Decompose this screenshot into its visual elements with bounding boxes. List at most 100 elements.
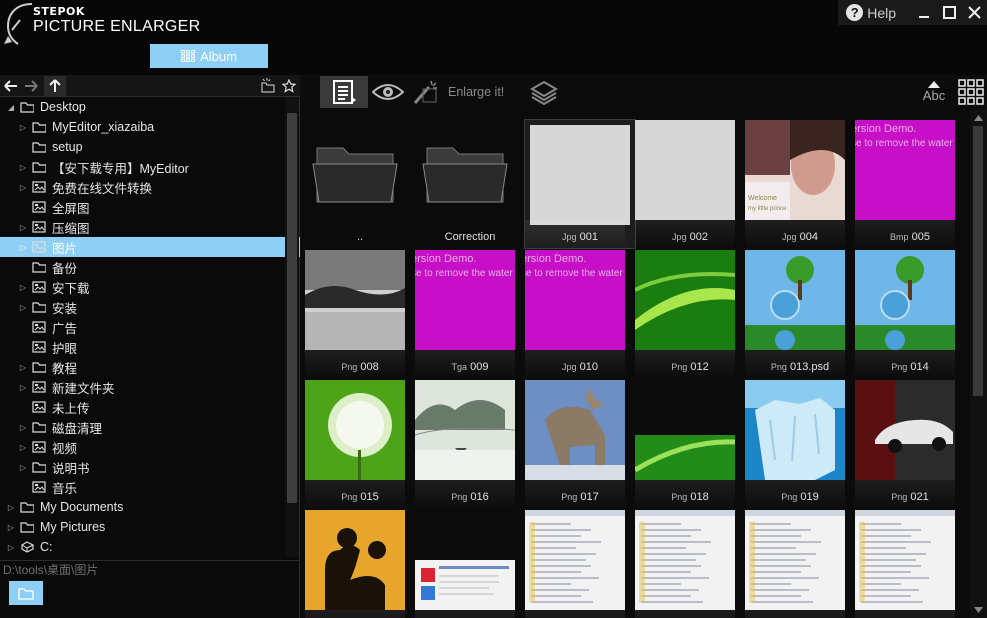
up-folder-button[interactable]	[44, 76, 66, 96]
collapsed-arrow-icon[interactable]: ▷	[6, 502, 16, 512]
thumbnail-image	[855, 380, 955, 480]
image-tile[interactable]: Png 018	[635, 380, 745, 510]
collapsed-arrow-icon[interactable]: ▷	[18, 122, 28, 132]
tree-item[interactable]: ▷ 磁盘清理	[0, 417, 300, 437]
tree-item[interactable]: 未上传	[0, 397, 300, 417]
image-tile[interactable]: Png 019	[745, 380, 855, 510]
details-view-button[interactable]	[320, 76, 368, 108]
image-tile[interactable]	[415, 510, 525, 618]
tree-item[interactable]: ▷ My Pictures	[0, 517, 300, 537]
image-tile[interactable]	[525, 510, 635, 618]
image-tile[interactable]: Png 008	[305, 250, 415, 380]
collapsed-arrow-icon[interactable]: ▷	[18, 182, 28, 192]
collapsed-arrow-icon[interactable]: ▷	[18, 162, 28, 172]
image-tile[interactable]: Jpg 001	[524, 119, 636, 250]
star-icon	[282, 79, 296, 93]
preview-button[interactable]	[368, 76, 408, 108]
tree-item[interactable]: ▷ 视频	[0, 437, 300, 457]
image-tile[interactable]	[635, 510, 745, 618]
layers-button[interactable]	[526, 76, 562, 108]
tree-item[interactable]: ▷ 免费在线文件转换	[0, 177, 300, 197]
collapsed-arrow-icon[interactable]: ▷	[18, 462, 28, 472]
help-button[interactable]: ? Help	[846, 4, 896, 21]
thumbnail-caption: Jpg 002	[635, 231, 745, 243]
tree-item[interactable]: 音乐	[0, 477, 300, 497]
image-tile[interactable]: Png 016	[415, 380, 525, 510]
tree-item[interactable]: ▷ 说明书	[0, 457, 300, 477]
sort-button[interactable]: Abc	[919, 76, 949, 108]
folder-tree-scrollbar[interactable]	[285, 97, 299, 557]
thumbnail-image	[635, 120, 735, 220]
folder-icon	[18, 587, 34, 600]
image-tile[interactable]: Png 014	[855, 250, 965, 380]
tree-item[interactable]: ▷ 安下载	[0, 277, 300, 297]
tree-item[interactable]: setup	[0, 137, 300, 157]
tree-item[interactable]: ▷ 安装	[0, 297, 300, 317]
album-button[interactable]: Album	[150, 44, 268, 68]
folder-tile[interactable]: ..	[305, 120, 415, 248]
scrollbar-thumb[interactable]	[287, 113, 297, 503]
thumbnail-scrollbar[interactable]	[970, 110, 987, 618]
image-tile[interactable]: ersion Demo. se to remove the water Tga 00…	[415, 250, 525, 380]
tree-item[interactable]: ▷ 压缩图	[0, 217, 300, 237]
forward-button[interactable]	[21, 76, 41, 96]
tree-item[interactable]: ▷ 【安下载专用】MyEditor	[0, 157, 300, 177]
close-button[interactable]	[962, 1, 986, 25]
tree-item[interactable]: ▷ C:	[0, 537, 300, 557]
image-tile[interactable]: Png 013.psd	[745, 250, 855, 380]
tree-item[interactable]: ▷ 图片	[0, 237, 300, 257]
image-folder-icon	[32, 401, 46, 413]
image-tile[interactable]: Png 015	[305, 380, 415, 510]
tree-item[interactable]: 全屏图	[0, 197, 300, 217]
favorite-button[interactable]	[279, 76, 299, 96]
logo-icon	[4, 3, 33, 45]
tree-item[interactable]: ▷ MyEditor_xiazaiba	[0, 117, 300, 137]
image-tile[interactable]: Jpg 002	[635, 120, 745, 250]
tree-item[interactable]: 广告	[0, 317, 300, 337]
image-tile[interactable]	[745, 510, 855, 618]
window-controls: ? Help	[838, 0, 987, 25]
tree-item[interactable]: ◢ Desktop	[0, 97, 300, 117]
collapsed-arrow-icon[interactable]: ▷	[18, 222, 28, 232]
open-folder-button[interactable]	[9, 581, 43, 605]
scroll-up-icon[interactable]	[970, 112, 987, 124]
image-tile[interactable]: ersion Demo. se to remove the water Bmp 00…	[855, 120, 965, 250]
tree-item[interactable]: 备份	[0, 257, 300, 277]
collapsed-arrow-icon[interactable]: ▷	[18, 302, 28, 312]
scroll-down-icon[interactable]	[970, 604, 987, 616]
collapsed-arrow-icon[interactable]: ▷	[18, 422, 28, 432]
tree-item[interactable]: ▷ 教程	[0, 357, 300, 377]
collapsed-arrow-icon[interactable]: ▷	[18, 442, 28, 452]
image-tile[interactable]: Png 017	[525, 380, 635, 510]
collapsed-arrow-icon[interactable]: ▷	[6, 522, 16, 532]
image-tile[interactable]: ersion Demo. se to remove the water Jpg 01…	[525, 250, 635, 380]
thumbnail-caption: Png 018	[635, 491, 745, 503]
collapsed-arrow-icon[interactable]: ▷	[18, 382, 28, 392]
new-folder-button[interactable]	[258, 76, 278, 96]
image-tile[interactable]	[305, 510, 415, 618]
tree-item[interactable]: 护眼	[0, 337, 300, 357]
collapsed-arrow-icon[interactable]: ▷	[18, 362, 28, 372]
back-button[interactable]	[1, 76, 21, 96]
image-tile[interactable]: Png 012	[635, 250, 745, 380]
maximize-button[interactable]	[937, 1, 961, 25]
thumbnail-caption: Tga 009	[415, 361, 525, 373]
collapsed-arrow-icon[interactable]: ▷	[6, 542, 16, 552]
thumbnail-reflection	[525, 610, 625, 618]
album-label: Album	[200, 48, 237, 64]
expanded-arrow-icon[interactable]: ◢	[6, 102, 16, 112]
image-tile[interactable]: Welcome my little prince Jpg 004	[745, 120, 855, 250]
minimize-button[interactable]	[912, 1, 936, 25]
thumbnail-view-button[interactable]	[956, 76, 986, 108]
collapsed-arrow-icon[interactable]: ▷	[18, 282, 28, 292]
image-folder-icon	[32, 221, 46, 233]
folder-tile[interactable]: Correction	[415, 120, 525, 248]
enlarge-button[interactable]: Enlarge it!	[412, 76, 524, 108]
tree-item[interactable]: ▷ 新建文件夹	[0, 377, 300, 397]
tree-item[interactable]: ▷ My Documents	[0, 497, 300, 517]
sort-up-icon	[928, 81, 940, 88]
scrollbar-thumb[interactable]	[973, 126, 983, 396]
collapsed-arrow-icon[interactable]: ▷	[18, 242, 28, 252]
image-tile[interactable]: Png 021	[855, 380, 965, 510]
image-tile[interactable]	[855, 510, 965, 618]
